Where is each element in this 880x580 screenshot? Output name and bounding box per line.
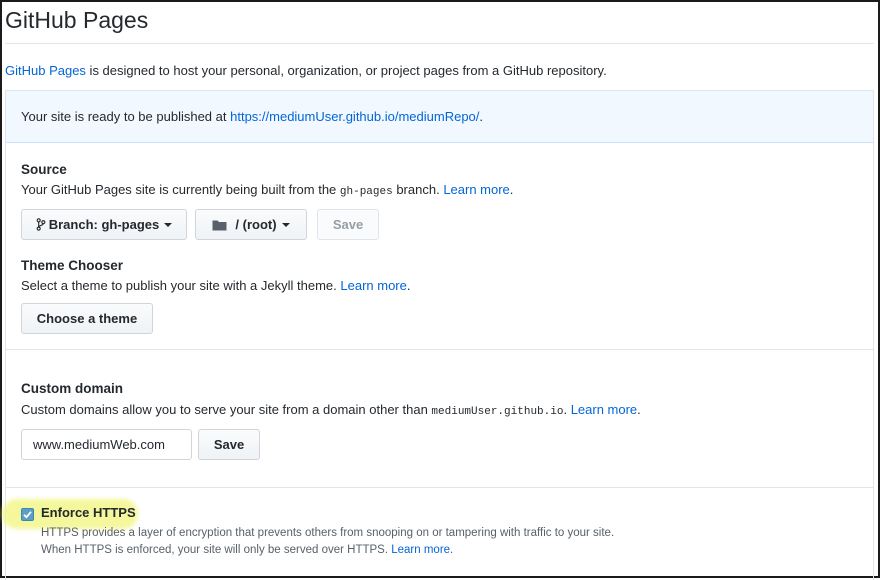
source-description: Your GitHub Pages site is currently bein…	[21, 182, 513, 198]
branch-code: gh-pages	[339, 186, 393, 198]
title-divider	[5, 43, 874, 44]
check-icon	[23, 511, 32, 519]
https-note-line1: HTTPS provides a layer of encryption tha…	[41, 527, 615, 539]
theme-desc-text: Select a theme to publish your site with…	[21, 278, 341, 293]
settings-frame: GitHub Pages GitHub Pages is designed to…	[0, 0, 880, 580]
chevron-down-icon	[164, 222, 173, 227]
https-note-line2-text: When HTTPS is enforced, your site will o…	[41, 544, 392, 556]
custom-domain-title: Custom domain	[21, 381, 124, 396]
https-learn-more-suffix: .	[450, 544, 454, 556]
intro-text: GitHub Pages is designed to host your pe…	[5, 63, 607, 78]
branch-select-button[interactable]: Branch: gh-pages	[21, 209, 187, 240]
source-save-button[interactable]: Save	[317, 209, 379, 240]
source-learn-more-suffix: .	[509, 182, 514, 197]
branch-select-label: Branch: gh-pages	[48, 217, 160, 232]
custom-domain-desc-suffix: .	[563, 402, 571, 417]
section-divider	[6, 487, 873, 488]
source-desc-suffix: branch.	[392, 182, 444, 197]
publish-notice: Your site is ready to be published at ht…	[6, 91, 873, 143]
source-learn-more-link[interactable]: Learn more	[443, 182, 509, 197]
theme-title: Theme Chooser	[21, 258, 124, 273]
folder-select-button[interactable]: / (root)	[195, 209, 307, 240]
source-title: Source	[21, 162, 67, 177]
custom-domain-desc-prefix: Custom domains allow you to serve your s…	[21, 402, 432, 417]
pages-settings-panel: Your site is ready to be published at ht…	[2, 90, 874, 580]
site-url-link[interactable]: https://mediumUser.github.io/mediumRepo/	[230, 109, 479, 124]
intro-description: is designed to host your personal, organ…	[85, 63, 607, 78]
source-desc-prefix: Your GitHub Pages site is currently bein…	[21, 182, 340, 197]
theme-description: Select a theme to publish your site with…	[21, 278, 411, 293]
github-pages-link[interactable]: GitHub Pages	[5, 63, 86, 78]
chevron-down-icon	[281, 222, 290, 227]
https-note-line2: When HTTPS is enforced, your site will o…	[41, 544, 453, 556]
folder-icon	[212, 220, 227, 230]
enforce-https-label[interactable]: Enforce HTTPS	[41, 505, 136, 520]
section-divider	[6, 349, 873, 350]
custom-domain-input[interactable]: www.mediumWeb.com	[21, 429, 192, 460]
https-learn-more-link[interactable]: Learn more	[391, 544, 450, 556]
page-title: GitHub Pages	[5, 7, 149, 33]
domain-code: mediumUser.github.io	[431, 406, 564, 418]
custom-domain-description: Custom domains allow you to serve your s…	[21, 402, 641, 418]
theme-learn-more-link[interactable]: Learn more	[340, 278, 406, 293]
choose-theme-button[interactable]: Choose a theme	[21, 303, 153, 334]
custom-domain-learn-more-suffix: .	[637, 402, 641, 417]
git-branch-icon	[36, 218, 46, 231]
theme-learn-more-suffix: .	[406, 278, 411, 293]
enforce-https-checkbox[interactable]	[21, 508, 34, 521]
notice-prefix: Your site is ready to be published at	[21, 109, 231, 124]
custom-domain-learn-more-link[interactable]: Learn more	[571, 402, 637, 417]
folder-select-label: / (root)	[235, 217, 277, 232]
custom-domain-save-button[interactable]: Save	[198, 429, 260, 460]
notice-suffix: .	[479, 109, 484, 124]
